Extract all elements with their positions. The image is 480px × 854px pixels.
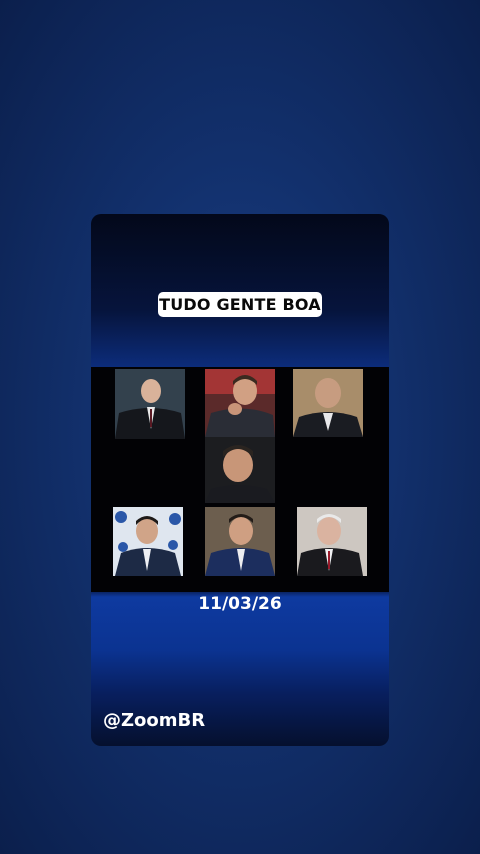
- portrait-photo-5: [113, 507, 183, 576]
- title-label: TUDO GENTE BOA: [158, 292, 322, 317]
- date-label: 11/03/26: [198, 594, 282, 614]
- portrait-photo-3: [293, 369, 363, 437]
- portrait-photo-2: [205, 369, 275, 437]
- portrait-photo-1: [115, 369, 185, 439]
- portrait-photo-4: [205, 437, 275, 503]
- portrait-photo-6: [205, 507, 275, 576]
- portrait-photo-7: [297, 507, 367, 576]
- title-text: TUDO GENTE BOA: [159, 295, 321, 314]
- watermark-handle: @ZoomBR: [103, 710, 206, 731]
